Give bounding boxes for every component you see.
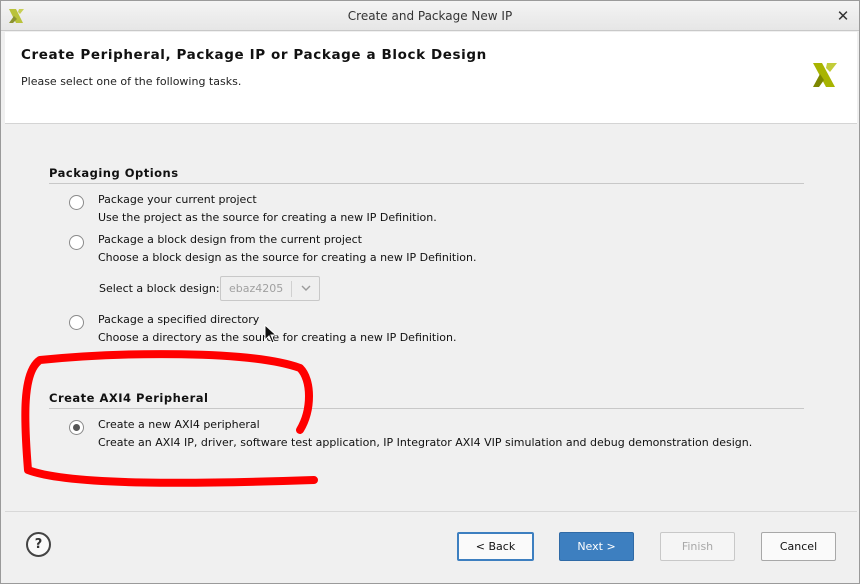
- block-design-select[interactable]: ebaz4205: [220, 276, 320, 301]
- block-design-select-value: ebaz4205: [229, 282, 284, 295]
- option-desc-package-current-project: Use the project as the source for creati…: [98, 211, 437, 224]
- xilinx-logo-icon: [813, 63, 837, 87]
- radio-package-block-design[interactable]: [69, 235, 84, 250]
- finish-button[interactable]: Finish: [660, 532, 735, 561]
- option-label-create-axi4-peripheral[interactable]: Create a new AXI4 peripheral: [98, 418, 260, 431]
- window-title: Create and Package New IP: [347, 9, 513, 23]
- option-desc-package-block-design: Choose a block design as the source for …: [98, 251, 477, 264]
- section-divider: [49, 408, 804, 409]
- page-title: Create Peripheral, Package IP or Package…: [21, 47, 487, 63]
- axi4-peripheral-heading: Create AXI4 Peripheral: [49, 391, 209, 405]
- help-button[interactable]: ?: [26, 532, 51, 557]
- next-button[interactable]: Next >: [559, 532, 634, 561]
- option-label-package-current-project[interactable]: Package your current project: [98, 193, 257, 206]
- page-subtitle: Please select one of the following tasks…: [21, 75, 242, 88]
- title-bar: Create and Package New IP ✕: [1, 1, 859, 31]
- radio-package-current-project[interactable]: [69, 195, 84, 210]
- option-label-package-directory[interactable]: Package a specified directory: [98, 313, 259, 326]
- mouse-cursor-icon: [264, 324, 278, 344]
- select-separator: [291, 281, 292, 297]
- close-icon[interactable]: ✕: [835, 7, 851, 25]
- chevron-down-icon: [301, 285, 311, 291]
- option-label-package-block-design[interactable]: Package a block design from the current …: [98, 233, 362, 246]
- footer-divider: [5, 511, 857, 512]
- wizard-header: Create Peripheral, Package IP or Package…: [5, 32, 857, 124]
- back-button[interactable]: < Back: [457, 532, 534, 561]
- section-divider: [49, 183, 804, 184]
- packaging-options-heading: Packaging Options: [49, 166, 179, 180]
- cancel-button[interactable]: Cancel: [761, 532, 836, 561]
- option-desc-create-axi4-peripheral: Create an AXI4 IP, driver, software test…: [98, 436, 753, 449]
- radio-create-axi4-peripheral[interactable]: [69, 420, 84, 435]
- dialog-window: Create and Package New IP ✕ Create Perip…: [0, 0, 860, 584]
- radio-package-directory[interactable]: [69, 315, 84, 330]
- block-design-select-label: Select a block design:: [99, 282, 220, 295]
